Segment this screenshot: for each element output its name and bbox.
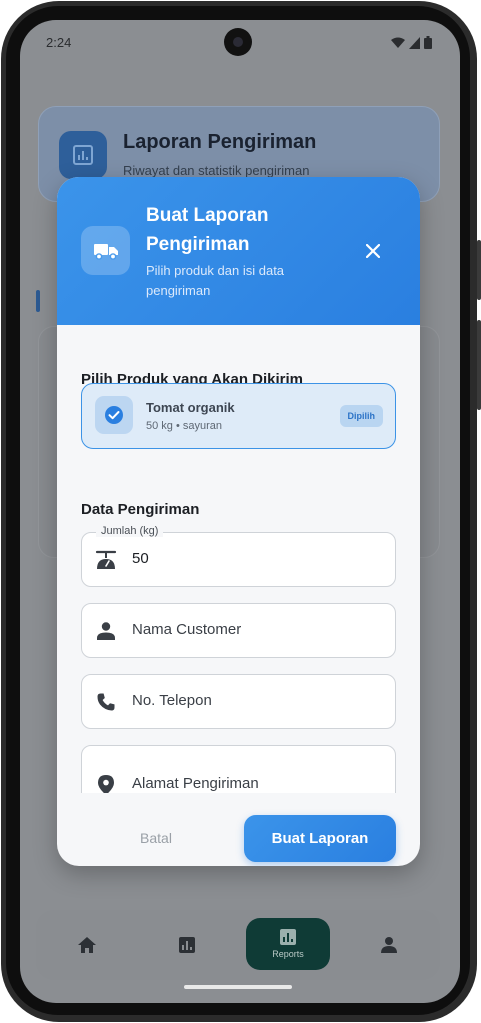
- check-circle-icon: [95, 396, 133, 434]
- nav-reports-label: Reports: [272, 949, 304, 959]
- product-name: Tomat organik: [146, 400, 235, 415]
- signal-icon: [409, 36, 420, 49]
- selected-badge: Dipilih: [339, 405, 383, 427]
- chart-icon: [280, 929, 296, 945]
- person-icon: [381, 937, 397, 953]
- home-icon: [78, 937, 96, 953]
- customer-name-field[interactable]: Nama Customer: [81, 603, 396, 658]
- front-camera: [224, 28, 252, 56]
- quantity-field[interactable]: Jumlah (kg) 50: [81, 525, 396, 587]
- create-report-dialog: Buat Laporan Pengiriman Pilih produk dan…: [57, 177, 420, 866]
- product-meta: 50 kg • sayuran: [146, 420, 223, 432]
- scroll-clip: Alamat Pengiriman: [57, 737, 420, 793]
- person-icon: [94, 619, 118, 643]
- selected-product-card[interactable]: Tomat organik 50 kg • sayuran Dipilih: [81, 383, 396, 449]
- phone-field[interactable]: No. Telepon: [81, 674, 396, 729]
- close-button[interactable]: [359, 237, 387, 265]
- phone-input[interactable]: No. Telepon: [132, 692, 212, 709]
- phone-frame: 2:24 Laporan Pengiriman Riwayat dan stat…: [0, 0, 481, 1023]
- screen: 2:24 Laporan Pengiriman Riwayat dan stat…: [20, 20, 460, 1003]
- report-icon: [59, 131, 107, 179]
- wifi-icon: [391, 37, 405, 48]
- home-indicator[interactable]: [184, 985, 292, 989]
- volume-button: [477, 240, 481, 300]
- close-icon: [366, 244, 380, 258]
- chart-icon: [179, 937, 195, 953]
- phone-icon: [94, 690, 118, 714]
- truck-icon: [81, 226, 130, 275]
- power-button: [477, 320, 481, 410]
- dialog-subtitle: Pilih produk dan isi data pengiriman: [146, 263, 285, 298]
- nav-home[interactable]: [62, 922, 112, 968]
- status-icons: [391, 36, 432, 49]
- nav-reports[interactable]: Reports: [246, 918, 330, 970]
- dialog-title: Buat Laporan Pengiriman: [146, 205, 269, 255]
- shipping-section-title: Data Pengiriman: [81, 501, 200, 518]
- status-time: 2:24: [46, 35, 72, 50]
- battery-icon: [424, 36, 432, 49]
- section-accent-bar: [36, 290, 40, 312]
- quantity-input[interactable]: 50: [132, 550, 149, 567]
- page-title: Laporan Pengiriman: [123, 131, 317, 153]
- cancel-button[interactable]: Batal: [121, 815, 191, 861]
- customer-name-input[interactable]: Nama Customer: [132, 621, 241, 638]
- nav-statistics[interactable]: [162, 922, 212, 968]
- quantity-field-label: Jumlah (kg): [96, 525, 164, 537]
- address-field[interactable]: Alamat Pengiriman: [81, 745, 396, 793]
- dialog-header: Buat Laporan Pengiriman Pilih produk dan…: [57, 177, 420, 325]
- create-report-button[interactable]: Buat Laporan: [244, 815, 396, 862]
- address-input[interactable]: Alamat Pengiriman: [132, 775, 259, 792]
- page-subtitle: Riwayat dan statistik pengiriman: [123, 163, 310, 178]
- bottom-navigation: Reports: [36, 910, 440, 980]
- scale-icon: [94, 548, 118, 572]
- nav-profile[interactable]: [364, 922, 414, 968]
- location-pin-icon: [94, 773, 118, 793]
- status-bar: 2:24: [20, 20, 460, 64]
